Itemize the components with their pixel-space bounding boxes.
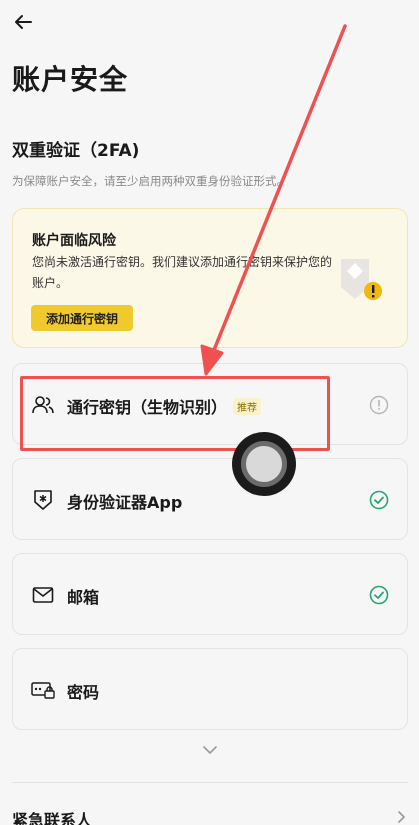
touch-indicator	[232, 432, 296, 496]
